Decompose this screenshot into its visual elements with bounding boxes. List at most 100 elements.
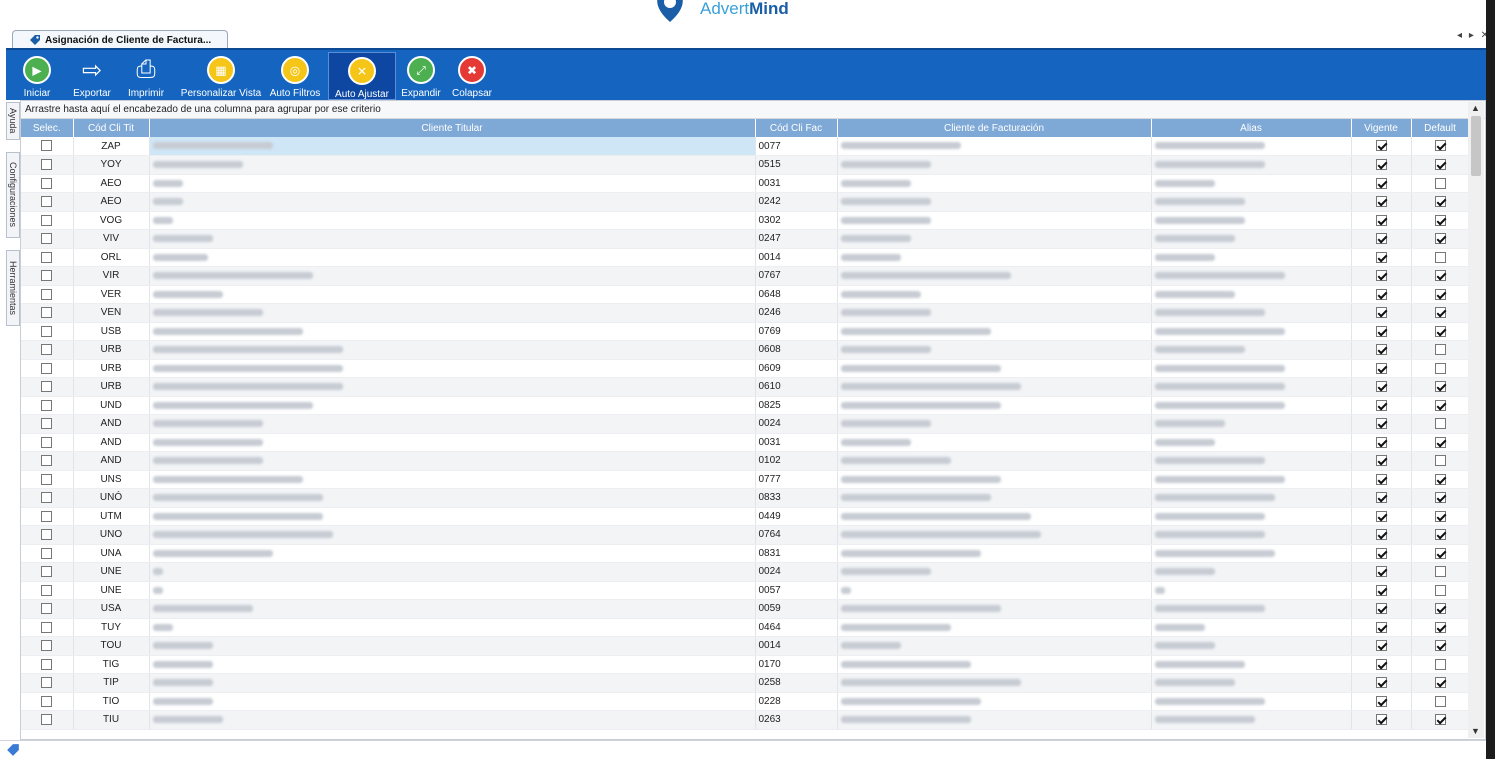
selec-cell[interactable] xyxy=(21,618,74,637)
vigente-checkbox[interactable] xyxy=(1375,584,1387,596)
table-row[interactable]: TIP 0258 xyxy=(21,673,1470,693)
exportar-button[interactable]: ⇨ Exportar xyxy=(62,52,122,100)
default-checkbox[interactable] xyxy=(1434,196,1446,208)
select-checkbox[interactable] xyxy=(41,547,53,559)
vigente-cell[interactable] xyxy=(1351,303,1412,323)
default-cell[interactable] xyxy=(1411,599,1470,619)
vigente-cell[interactable] xyxy=(1351,396,1412,415)
vigente-checkbox[interactable] xyxy=(1375,714,1387,726)
scroll-down-icon[interactable]: ▼ xyxy=(1471,726,1480,736)
default-checkbox[interactable] xyxy=(1434,418,1446,430)
select-checkbox[interactable] xyxy=(41,677,53,689)
default-cell[interactable] xyxy=(1411,581,1470,600)
default-checkbox[interactable] xyxy=(1434,381,1446,393)
vigente-checkbox[interactable] xyxy=(1375,547,1387,559)
select-checkbox[interactable] xyxy=(41,270,53,282)
select-checkbox[interactable] xyxy=(41,362,53,374)
vigente-checkbox[interactable] xyxy=(1375,658,1387,670)
table-row[interactable]: UNÓ 0833 xyxy=(21,488,1470,508)
vigente-checkbox[interactable] xyxy=(1375,177,1387,189)
vigente-checkbox[interactable] xyxy=(1375,251,1387,263)
vigente-cell[interactable] xyxy=(1351,470,1412,489)
column-header-1[interactable]: Cód Cli Tit xyxy=(73,119,150,137)
default-cell[interactable] xyxy=(1411,137,1470,156)
default-cell[interactable] xyxy=(1411,544,1470,563)
vigente-checkbox[interactable] xyxy=(1375,473,1387,485)
select-checkbox[interactable] xyxy=(41,177,53,189)
table-row[interactable]: UNS 0777 xyxy=(21,470,1470,489)
selec-cell[interactable] xyxy=(21,655,74,674)
default-cell[interactable] xyxy=(1411,433,1470,452)
default-cell[interactable] xyxy=(1411,470,1470,489)
default-checkbox[interactable] xyxy=(1434,492,1446,504)
vigente-checkbox[interactable] xyxy=(1375,399,1387,411)
vigente-cell[interactable] xyxy=(1351,451,1412,471)
selec-cell[interactable] xyxy=(21,488,74,508)
table-row[interactable]: YOY 0515 xyxy=(21,155,1470,175)
auto-filtros-button[interactable]: ◎ Auto Filtros xyxy=(266,52,324,100)
default-checkbox[interactable] xyxy=(1434,344,1446,356)
vigente-cell[interactable] xyxy=(1351,174,1412,193)
side-tab-ayuda[interactable]: Ayuda xyxy=(6,102,20,140)
default-checkbox[interactable] xyxy=(1434,362,1446,374)
default-checkbox[interactable] xyxy=(1434,399,1446,411)
select-checkbox[interactable] xyxy=(41,640,53,652)
selec-cell[interactable] xyxy=(21,155,74,175)
default-cell[interactable] xyxy=(1411,451,1470,471)
selec-cell[interactable] xyxy=(21,377,74,397)
vigente-cell[interactable] xyxy=(1351,710,1412,730)
default-cell[interactable] xyxy=(1411,248,1470,267)
select-checkbox[interactable] xyxy=(41,621,53,633)
column-header-4[interactable]: Cliente de Facturación xyxy=(837,119,1152,137)
selec-cell[interactable] xyxy=(21,303,74,323)
selec-cell[interactable] xyxy=(21,396,74,415)
iniciar-button[interactable]: ▶ Iniciar xyxy=(14,52,60,100)
default-cell[interactable] xyxy=(1411,155,1470,175)
vigente-checkbox[interactable] xyxy=(1375,640,1387,652)
table-row[interactable]: AND 0102 xyxy=(21,451,1470,471)
table-row[interactable]: UTM 0449 xyxy=(21,507,1470,526)
selec-cell[interactable] xyxy=(21,692,74,711)
select-checkbox[interactable] xyxy=(41,566,53,578)
select-checkbox[interactable] xyxy=(41,695,53,707)
table-row[interactable]: TIG 0170 xyxy=(21,655,1470,674)
default-cell[interactable] xyxy=(1411,488,1470,508)
vigente-checkbox[interactable] xyxy=(1375,603,1387,615)
vigente-cell[interactable] xyxy=(1351,673,1412,693)
default-cell[interactable] xyxy=(1411,303,1470,323)
default-checkbox[interactable] xyxy=(1434,159,1446,171)
default-checkbox[interactable] xyxy=(1434,584,1446,596)
default-cell[interactable] xyxy=(1411,507,1470,526)
group-by-panel[interactable]: Arrastre hasta aquí el encabezado de una… xyxy=(21,101,1485,119)
selec-cell[interactable] xyxy=(21,340,74,360)
default-checkbox[interactable] xyxy=(1434,325,1446,337)
default-cell[interactable] xyxy=(1411,285,1470,304)
imprimir-button[interactable]: ⎙ Imprimir xyxy=(124,52,168,100)
table-row[interactable]: UNE 0057 xyxy=(21,581,1470,600)
vigente-cell[interactable] xyxy=(1351,581,1412,600)
vigente-checkbox[interactable] xyxy=(1375,455,1387,467)
default-cell[interactable] xyxy=(1411,192,1470,212)
default-checkbox[interactable] xyxy=(1434,288,1446,300)
vigente-cell[interactable] xyxy=(1351,655,1412,674)
default-cell[interactable] xyxy=(1411,377,1470,397)
select-checkbox[interactable] xyxy=(41,159,53,171)
default-checkbox[interactable] xyxy=(1434,621,1446,633)
default-cell[interactable] xyxy=(1411,174,1470,193)
personalizar-vista-button[interactable]: ▦ Personalizar Vista xyxy=(174,52,268,100)
selec-cell[interactable] xyxy=(21,525,74,545)
selec-cell[interactable] xyxy=(21,322,74,341)
default-cell[interactable] xyxy=(1411,525,1470,545)
column-header-5[interactable]: Alias xyxy=(1151,119,1352,137)
table-row[interactable]: VER 0648 xyxy=(21,285,1470,304)
column-header-7[interactable]: Default xyxy=(1411,119,1470,137)
table-row[interactable]: URB 0608 xyxy=(21,340,1470,360)
default-cell[interactable] xyxy=(1411,211,1470,230)
vigente-cell[interactable] xyxy=(1351,285,1412,304)
default-cell[interactable] xyxy=(1411,229,1470,249)
vigente-checkbox[interactable] xyxy=(1375,492,1387,504)
default-checkbox[interactable] xyxy=(1434,214,1446,226)
default-cell[interactable] xyxy=(1411,562,1470,582)
default-checkbox[interactable] xyxy=(1434,455,1446,467)
vigente-cell[interactable] xyxy=(1351,248,1412,267)
